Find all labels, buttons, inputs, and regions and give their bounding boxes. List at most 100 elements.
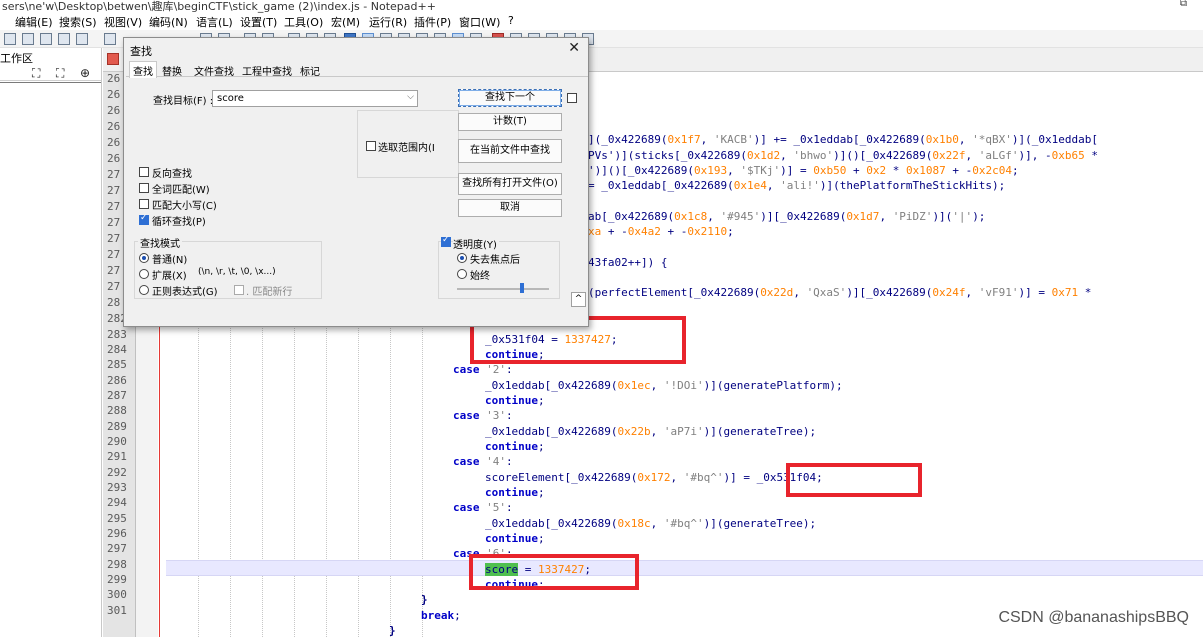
line-number: 26 <box>107 72 121 85</box>
code-line[interactable]: (perfectElement[_0x422689(0x22d, 'QxaS')… <box>588 285 1091 300</box>
code-line-286[interactable]: continue; <box>485 393 545 408</box>
line-number: 283 <box>107 328 127 341</box>
file-tab-icon[interactable] <box>107 53 119 65</box>
mode-extended-hint: (\n, \r, \t, \0, \x...) <box>198 267 276 277</box>
workspace-toolbar: ⛶ ⛶ ⊕ <box>0 65 101 81</box>
code-line-294[interactable]: _0x1eddab[_0x422689(0x18c, '#bq^')](gene… <box>485 516 816 531</box>
line-number: 295 <box>107 512 127 525</box>
transparency-slider-track[interactable] <box>457 288 549 290</box>
menu-help[interactable]: ? <box>508 14 514 27</box>
code-line[interactable]: PVs')](sticks[_0x422689(0x1d2, 'bhwo')](… <box>588 148 1098 163</box>
tab-find-in-files[interactable]: 文件查找 <box>194 63 234 78</box>
code-line-290[interactable]: case '4': <box>453 454 513 469</box>
open-file-icon[interactable] <box>22 33 34 45</box>
code-line[interactable]: ](_0x422689(0x1f7, 'KACB')] += _0x1eddab… <box>588 132 1098 147</box>
line-number: 289 <box>107 420 127 433</box>
code-line-300[interactable]: break; <box>421 608 461 623</box>
transparency-slider-thumb[interactable] <box>520 283 524 293</box>
match-case-label: 匹配大小写(C) <box>152 201 217 212</box>
always-radio[interactable] <box>457 269 467 279</box>
find-target-value: score <box>217 93 244 104</box>
sync-scroll-icon[interactable]: ⛶ <box>56 66 64 81</box>
code-line-287[interactable]: case '3': <box>453 408 513 423</box>
cancel-button[interactable]: 取消 <box>458 199 562 217</box>
workspace-tree[interactable] <box>0 82 101 637</box>
line-number: 28 <box>107 296 121 309</box>
save-all-icon[interactable] <box>58 33 70 45</box>
mode-extended-radio[interactable] <box>139 269 149 279</box>
menu-encoding[interactable]: 编码(N) <box>149 14 188 30</box>
line-number: 293 <box>107 481 127 494</box>
line-number: 288 <box>107 404 127 417</box>
on-lose-focus-radio[interactable] <box>457 253 467 263</box>
code-line[interactable]: ')]()[_0x422689(0x193, '$TKj')] = 0xb50 … <box>588 163 1019 178</box>
search-mode-title: 查找模式 <box>138 235 182 250</box>
mode-regex-radio[interactable] <box>139 285 149 295</box>
find-in-current-file-button[interactable]: 在当前文件中查找 <box>458 139 562 163</box>
match-case-checkbox[interactable] <box>139 199 149 209</box>
dialog-tabs: 查找 替换 文件查找 工程中查找 标记 <box>126 61 588 78</box>
menu-settings[interactable]: 设置(T) <box>240 14 277 30</box>
wrap-around-checkbox[interactable] <box>139 213 149 225</box>
menu-edit[interactable]: 编辑(E) <box>15 14 53 30</box>
tab-mark[interactable]: 标记 <box>300 63 320 78</box>
transparency-label: 透明度(Y) <box>453 236 499 251</box>
workspace-panel: 工作区 ⛶ ⛶ ⊕ <box>0 48 102 637</box>
tab-find-in-project[interactable]: 工程中查找 <box>242 63 292 78</box>
code-line-288[interactable]: _0x1eddab[_0x422689(0x22b, 'aP7i')](gene… <box>485 424 816 439</box>
line-number: 284 <box>107 343 127 356</box>
chevron-down-icon[interactable]: ⌵ <box>407 92 414 102</box>
menu-window[interactable]: 窗口(W) <box>459 14 500 30</box>
menu-view[interactable]: 视图(V) <box>104 14 142 30</box>
dot-newline-checkbox[interactable] <box>234 285 244 295</box>
sync-icon[interactable]: ⛶ <box>32 66 40 81</box>
code-line[interactable]: 43fa02++]) { <box>588 255 667 270</box>
workspace-title: 工作区 <box>0 52 33 65</box>
find-next-option-checkbox[interactable] <box>567 93 577 103</box>
code-line-292[interactable]: continue; <box>485 485 545 500</box>
line-number: 27 <box>107 280 121 293</box>
in-selection-checkbox[interactable] <box>366 141 376 151</box>
count-button[interactable]: 计数(T) <box>458 113 562 131</box>
save-icon[interactable] <box>40 33 52 45</box>
close-icon[interactable]: ✕ <box>568 40 580 56</box>
code-line-291[interactable]: scoreElement[_0x422689(0x172, '#bq^')] =… <box>485 470 823 485</box>
locate-icon[interactable]: ⊕ <box>80 66 90 80</box>
menu-tools[interactable]: 工具(O) <box>284 14 323 30</box>
line-number: 26 <box>107 136 121 149</box>
cut-icon[interactable] <box>104 33 116 45</box>
menu-language[interactable]: 语言(L) <box>196 14 233 30</box>
code-line-284[interactable]: case '2': <box>453 362 513 377</box>
whole-word-checkbox[interactable] <box>139 183 149 193</box>
code-line-295[interactable]: continue; <box>485 531 545 546</box>
tab-find[interactable]: 查找 <box>129 61 157 78</box>
code-line-299[interactable]: } <box>421 592 428 607</box>
menu-macro[interactable]: 宏(M) <box>331 14 360 30</box>
code-line[interactable]: ab[_0x422689(0x1c8, '#945')][_0x422689(0… <box>588 209 985 224</box>
wrap-around-label: 循环查找(P) <box>152 217 206 228</box>
code-line-285[interactable]: _0x1eddab[_0x422689(0x1ec, '!DOi')](gene… <box>485 378 843 393</box>
menu-run[interactable]: 运行(R) <box>369 14 407 30</box>
find-target-input[interactable]: score ⌵ <box>212 90 418 107</box>
code-line-293[interactable]: case '5': <box>453 500 513 515</box>
menu-search[interactable]: 搜索(S) <box>59 14 97 30</box>
find-in-all-open-files-button[interactable]: 查找所有打开文件(O) <box>458 173 562 195</box>
find-next-button[interactable]: 查找下一个 <box>458 89 562 107</box>
restore-icon[interactable]: ⧉ <box>1180 0 1187 9</box>
close-file-icon[interactable] <box>76 33 88 45</box>
code-line[interactable]: xa + -0x4a2 + -0x2110; <box>588 224 734 239</box>
code-line[interactable]: = _0x1eddab[_0x422689(0x1e4, 'ali!')](th… <box>588 178 1005 193</box>
line-number: 27 <box>107 216 121 229</box>
collapse-icon[interactable]: ^ <box>571 292 586 307</box>
tab-replace[interactable]: 替换 <box>162 63 182 78</box>
transparency-checkbox[interactable] <box>441 235 451 247</box>
code-line-289[interactable]: continue; <box>485 439 545 454</box>
mode-normal-radio[interactable] <box>139 253 149 263</box>
new-file-icon[interactable] <box>4 33 16 45</box>
line-number: 286 <box>107 374 127 387</box>
code-line-301[interactable]: } <box>389 623 396 637</box>
find-target-label: 查找目标(F) : <box>153 96 214 107</box>
current-line-highlight <box>166 560 1203 576</box>
menu-plugins[interactable]: 插件(P) <box>414 14 451 30</box>
backward-checkbox[interactable] <box>139 167 149 177</box>
